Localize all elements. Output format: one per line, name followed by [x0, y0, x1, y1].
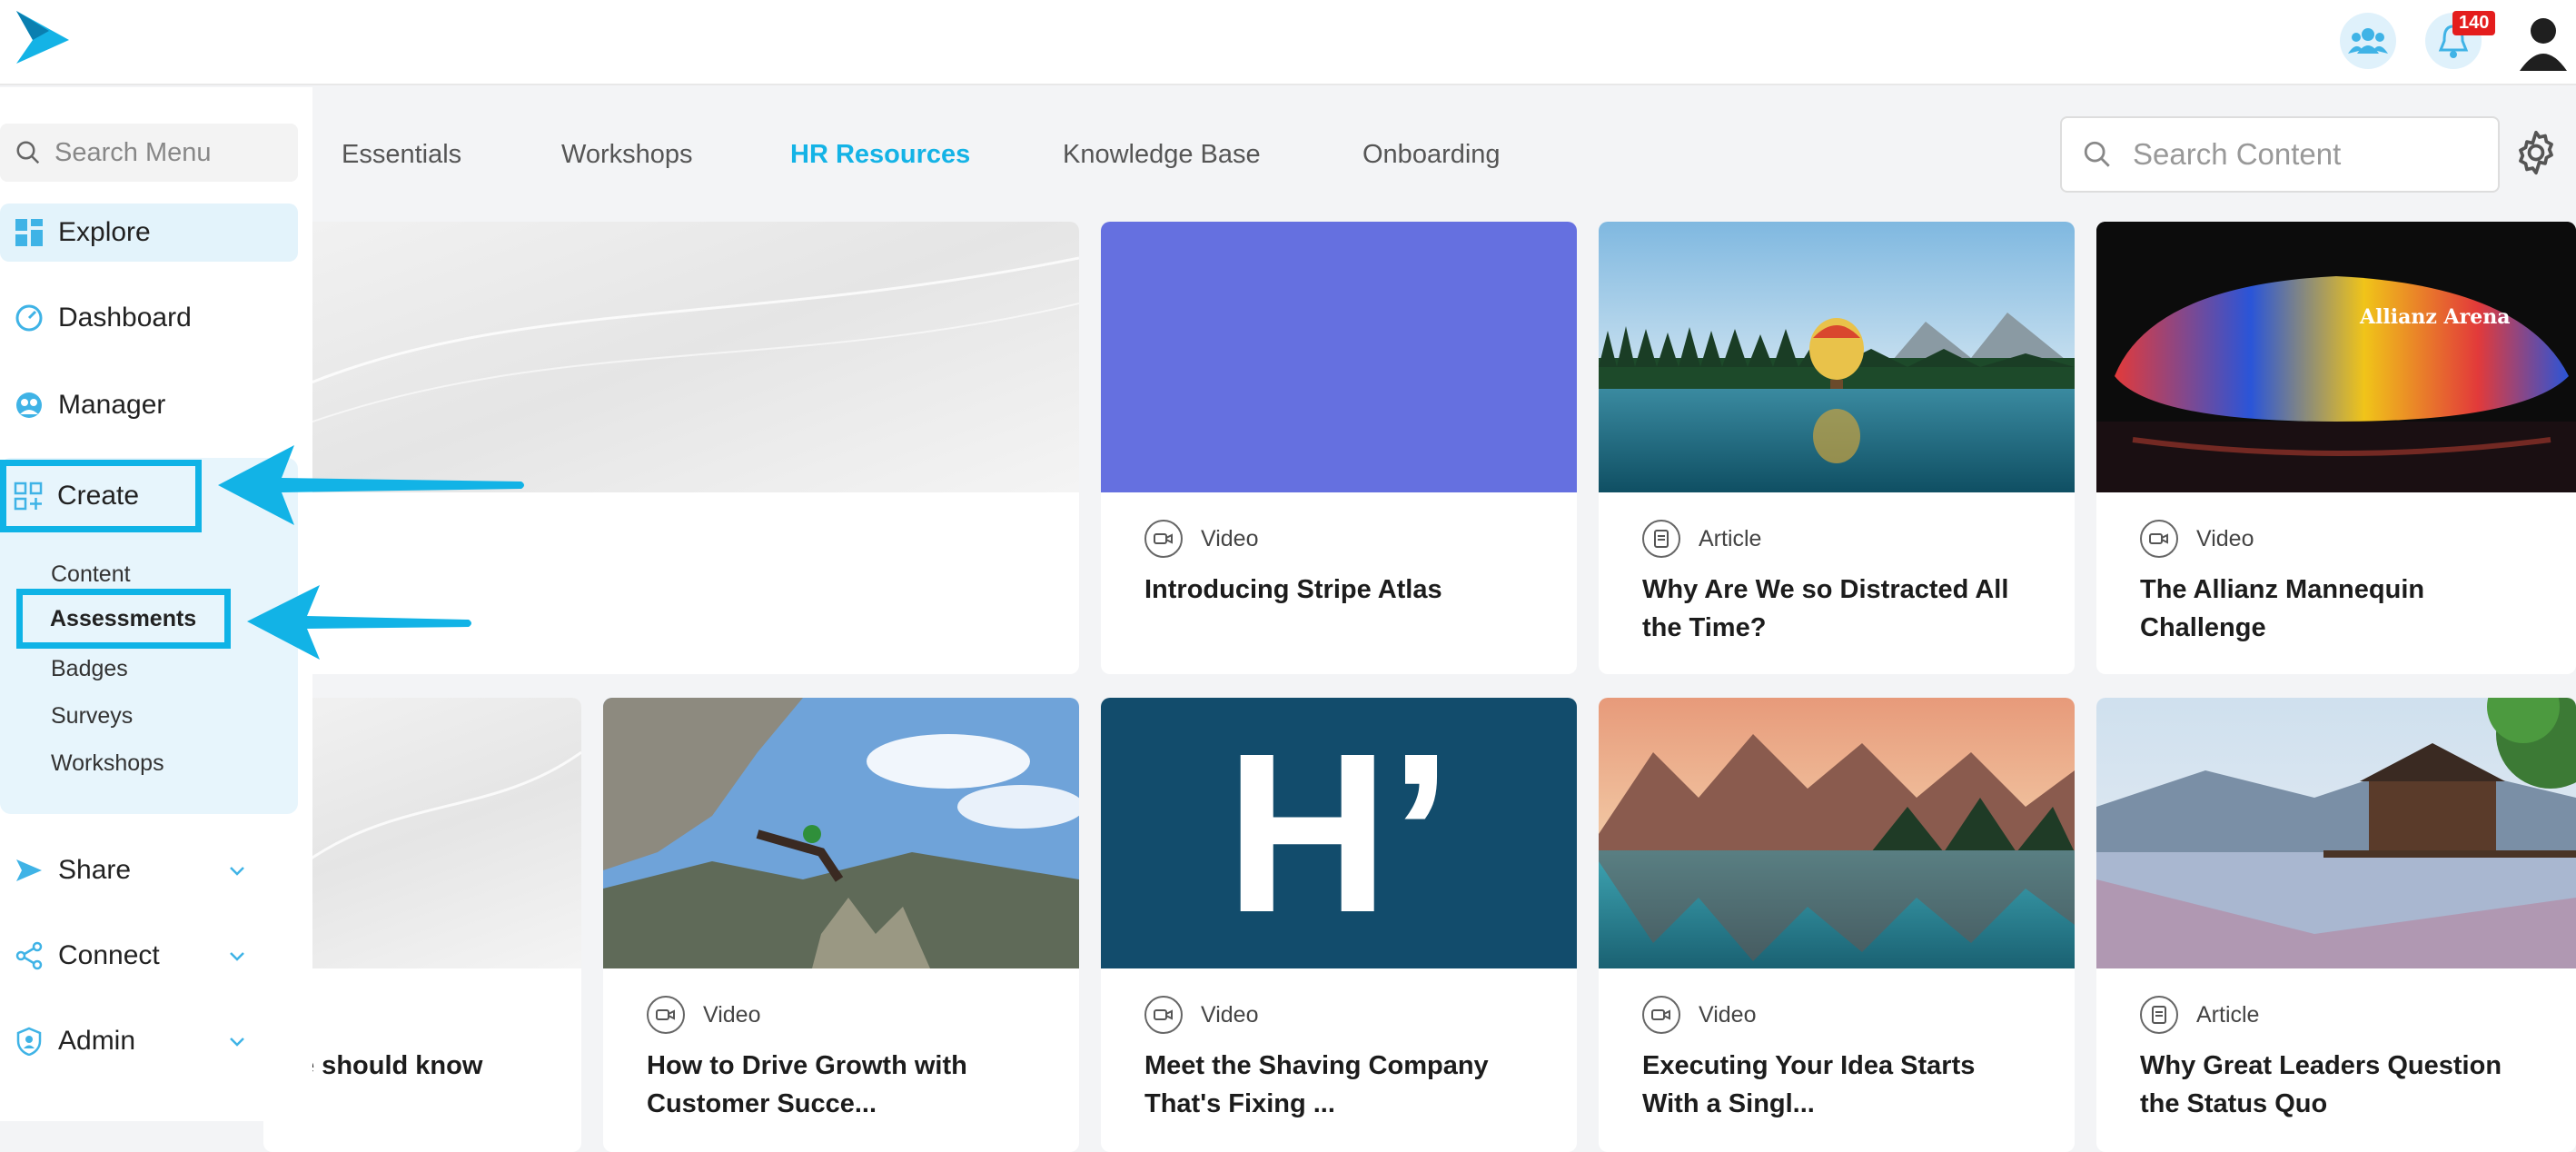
chevron-down-icon[interactable] [227, 1031, 247, 1051]
arrow-annotation-create [218, 445, 524, 525]
sidebar-item-label: Connect [58, 940, 160, 970]
card-title[interactable]: Meet the Shaving Company That's Fixing .… [1144, 1047, 1541, 1123]
create-icon [12, 480, 45, 512]
card-thumbnail [1599, 222, 2075, 492]
chevron-down-icon[interactable] [227, 860, 247, 880]
sidebar-item-admin[interactable]: Admin [0, 1012, 298, 1070]
search-content-input[interactable]: Search Content [2060, 116, 2500, 193]
video-icon [647, 996, 685, 1034]
card-type: Video [2140, 520, 2254, 558]
sidebar-item-explore[interactable]: Explore [0, 204, 298, 262]
card-shaving[interactable]: H’ Video Meet the Shaving Company That's… [1101, 698, 1577, 1152]
card-type: Video [1144, 996, 1259, 1034]
sidebar-item-share[interactable]: Share [0, 841, 298, 899]
card-executing-idea[interactable]: Video Executing Your Idea Starts With a … [1599, 698, 2075, 1152]
search-content-placeholder: Search Content [2133, 137, 2342, 171]
dashboard-icon [13, 302, 45, 334]
shield-icon [13, 1025, 45, 1058]
sidebar-item-create[interactable]: Create [0, 460, 202, 532]
sidebar-item-label: Explore [58, 217, 151, 247]
card-type: Video [1642, 996, 1757, 1034]
card-type-label: Article [2196, 1001, 2260, 1028]
sidebar-subitem-surveys[interactable]: Surveys [51, 703, 133, 730]
sidebar-item-label: Manager [58, 390, 166, 420]
card-thumbnail [1101, 222, 1577, 492]
article-icon [2140, 996, 2178, 1034]
user-avatar-icon[interactable] [2516, 15, 2571, 73]
card-growth[interactable]: Video How to Drive Growth with Customer … [603, 698, 1079, 1152]
card-stripe-atlas[interactable]: Video Introducing Stripe Atlas [1101, 222, 1577, 674]
video-icon [1642, 996, 1680, 1034]
card-allianz[interactable]: Allianz Arena Video The Allianz Mannequi… [2096, 222, 2576, 674]
team-icon[interactable] [2340, 13, 2396, 69]
card-type-label: Video [1201, 1001, 1259, 1028]
card-type-label: Video [1699, 1001, 1757, 1028]
arrow-annotation-assessments [247, 585, 471, 660]
sidebar-item-label: Create [57, 481, 140, 511]
sidebar-subitem-assessments[interactable]: Assessments [16, 589, 231, 649]
notification-badge: 140 [2452, 11, 2496, 35]
search-icon [2084, 141, 2110, 167]
h-logo: H’ [1225, 706, 1452, 959]
card-title[interactable]: How to Drive Growth with Customer Succe.… [647, 1047, 1043, 1123]
sidebar-subitem-content[interactable]: Content [51, 561, 131, 588]
card-title[interactable]: The Allianz Mannequin Challenge [2140, 571, 2540, 647]
sidebar-item-manager[interactable]: Manager [0, 376, 298, 434]
sidebar-subitem-workshops[interactable]: Workshops [51, 750, 164, 777]
card-thumbnail: H’ [1101, 698, 1577, 968]
allianz-logo-text: Allianz Arena [2359, 305, 2510, 329]
tab-onboarding[interactable]: Onboarding [1362, 140, 1501, 170]
video-icon [1144, 996, 1183, 1034]
tab-hr-resources[interactable]: HR Resources [790, 140, 970, 170]
card-title[interactable]: Introducing Stripe Atlas [1144, 571, 1541, 609]
card-type-label: Video [2196, 525, 2254, 551]
chevron-down-icon[interactable] [227, 946, 247, 966]
sidebar-item-label: Admin [58, 1026, 136, 1056]
card-thumbnail [2096, 698, 2576, 968]
tab-workshops[interactable]: Workshops [561, 140, 693, 170]
sidebar-subitem-label: Assessments [50, 605, 197, 631]
search-menu-input[interactable]: Search Menu [0, 124, 298, 182]
gear-icon[interactable] [2511, 127, 2561, 178]
sidebar-subitem-badges[interactable]: Badges [51, 656, 128, 682]
grid-icon [13, 216, 45, 249]
tab-knowledge-base[interactable]: Knowledge Base [1063, 140, 1261, 170]
video-icon [2140, 520, 2178, 558]
search-icon [16, 141, 40, 164]
sidebar-item-connect[interactable]: Connect [0, 927, 298, 985]
search-menu-placeholder: Search Menu [54, 137, 212, 167]
app-logo[interactable] [13, 7, 71, 65]
card-title[interactable]: Why Great Leaders Question the Status Qu… [2140, 1047, 2540, 1123]
card-type: Video [647, 996, 761, 1034]
connect-icon [13, 939, 45, 972]
sidebar-item-label: Dashboard [58, 303, 192, 333]
card-type: Video [1144, 520, 1259, 558]
article-icon [1642, 520, 1680, 558]
card-type-label: Video [703, 1001, 761, 1028]
card-title[interactable]: Executing Your Idea Starts With a Singl.… [1642, 1047, 2038, 1123]
card-thumbnail [1599, 698, 2075, 968]
card-great-leaders[interactable]: Article Why Great Leaders Question the S… [2096, 698, 2576, 1152]
card-distracted[interactable]: Article Why Are We so Distracted All the… [1599, 222, 2075, 674]
card-title[interactable]: e should know [300, 1047, 545, 1085]
card-thumbnail [603, 698, 1079, 968]
share-icon [13, 854, 45, 887]
card-type: Article [1642, 520, 1761, 558]
video-icon [1144, 520, 1183, 558]
card-thumbnail: Allianz Arena [2096, 222, 2576, 492]
tab-essentials[interactable]: Essentials [342, 140, 461, 170]
manager-icon [13, 389, 45, 422]
sidebar-item-label: Share [58, 855, 132, 885]
card-title[interactable]: Why Are We so Distracted All the Time? [1642, 571, 2038, 647]
card-type: Article [2140, 996, 2259, 1034]
sidebar-item-dashboard[interactable]: Dashboard [0, 289, 298, 347]
card-type-label: Video [1201, 525, 1259, 551]
top-bar: 140 [0, 0, 2576, 85]
card-type-label: Article [1699, 525, 1762, 551]
